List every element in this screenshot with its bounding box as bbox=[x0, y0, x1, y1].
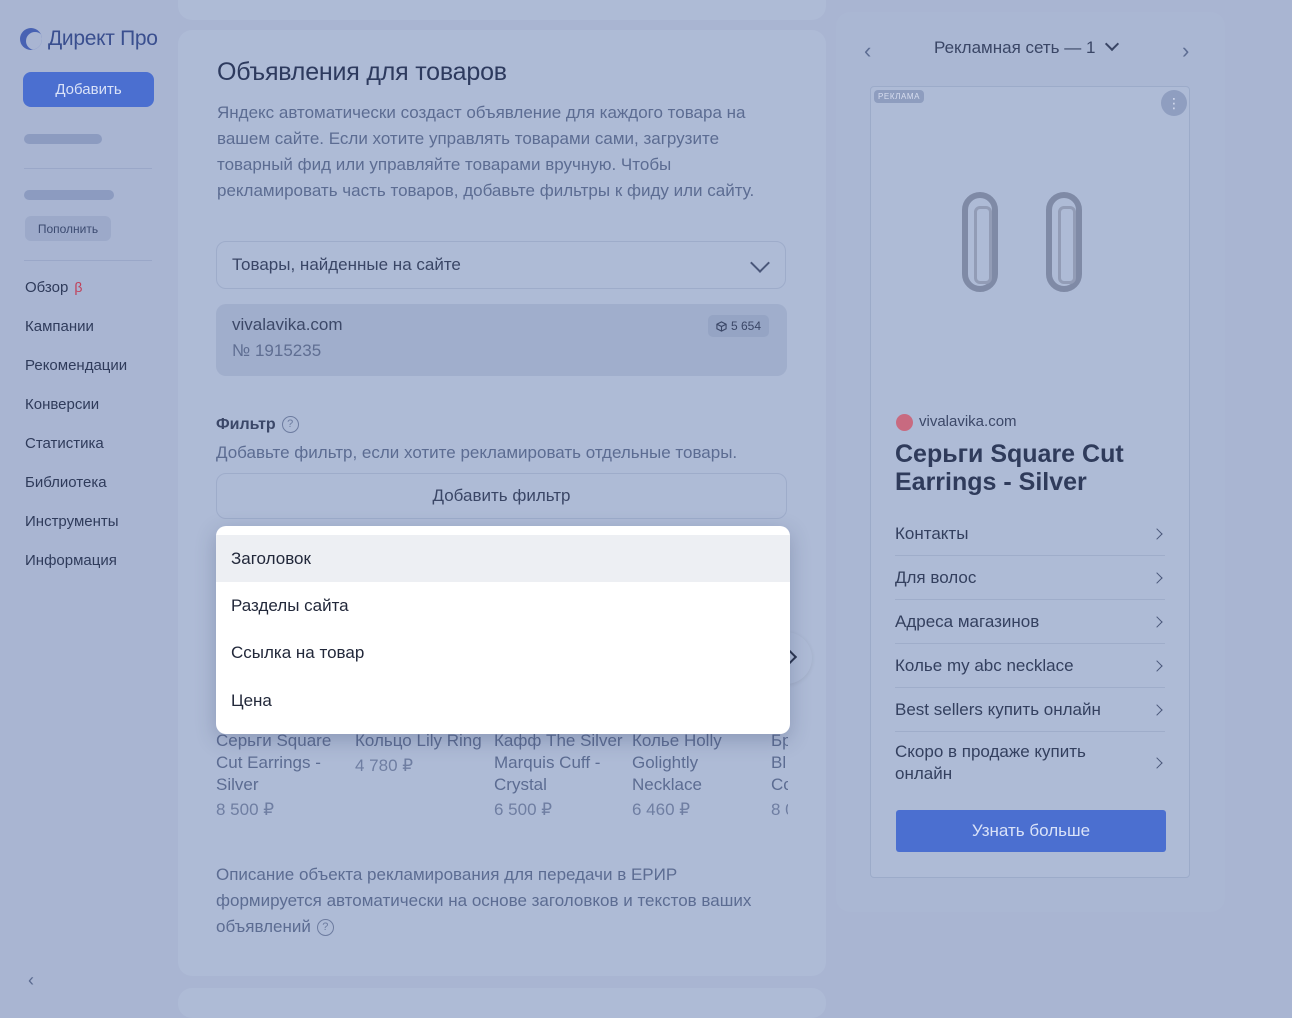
sitelink[interactable]: Адреса магазинов bbox=[895, 600, 1165, 644]
sidebar: Директ Про Добавить Пополнить Обзор β Кам… bbox=[0, 0, 170, 1001]
product-card[interactable]: Кольцо Lily Ring 4 780 ₽ bbox=[355, 730, 485, 777]
logo[interactable]: Директ Про bbox=[20, 25, 158, 53]
nav-item-statistics[interactable]: Статистика bbox=[25, 435, 104, 452]
add-filter-button[interactable]: Добавить фильтр bbox=[216, 473, 787, 519]
earring-image bbox=[1058, 206, 1076, 284]
nav-item-overview[interactable]: Обзор β bbox=[25, 279, 82, 296]
chevron-right-icon bbox=[1151, 615, 1163, 628]
product-card[interactable]: Серьги Square Cut Earrings - Silver 8 50… bbox=[216, 730, 346, 821]
description-text: Яндекс автоматически создаст объявление … bbox=[217, 103, 755, 200]
dropdown-option-sections[interactable]: Разделы сайта bbox=[216, 582, 790, 629]
chevron-down-icon bbox=[750, 253, 770, 273]
chevron-left-icon[interactable]: ‹ bbox=[864, 38, 871, 64]
products-count-badge: 5 654 bbox=[708, 315, 770, 337]
chevron-right-icon bbox=[1151, 659, 1163, 672]
account-skeleton bbox=[24, 190, 114, 200]
collapse-sidebar-icon[interactable]: ‹ bbox=[28, 970, 34, 991]
sitelink[interactable]: Контакты bbox=[895, 512, 1165, 556]
ad-label: РЕКЛАМА bbox=[874, 90, 925, 103]
product-price: 8 0 bbox=[771, 800, 788, 819]
chevron-right-icon bbox=[1151, 571, 1163, 584]
help-icon[interactable]: ? bbox=[281, 416, 299, 434]
site-favicon-icon bbox=[896, 414, 913, 431]
sitelink[interactable]: Скоро в продаже купить онлайн bbox=[895, 732, 1165, 794]
page-title: Объявления для товаров bbox=[217, 58, 507, 86]
product-price: 4 780 ₽ bbox=[355, 756, 414, 775]
next-card bbox=[178, 988, 826, 1018]
source-select-value: Товары, найденные на сайте bbox=[232, 255, 461, 274]
chevron-right-icon[interactable]: › bbox=[1182, 38, 1189, 64]
nav-item-label: Обзор bbox=[25, 279, 69, 296]
site-number: № 1915235 bbox=[232, 341, 322, 360]
nav-item-conversions[interactable]: Конверсии bbox=[25, 396, 99, 413]
chevron-right-icon bbox=[1151, 757, 1163, 769]
sitelink-label: Адреса магазинов bbox=[895, 611, 1040, 631]
product-card[interactable]: Бр Bl Cc 8 0 bbox=[771, 730, 788, 821]
topup-button[interactable]: Пополнить bbox=[25, 216, 111, 241]
products-carousel: Серьги Square Cut Earrings - Silver 8 50… bbox=[216, 730, 788, 825]
dropdown-option-title[interactable]: Заголовок bbox=[216, 535, 790, 582]
nav-item-tools[interactable]: Инструменты bbox=[25, 513, 119, 530]
balance-skeleton bbox=[24, 134, 102, 144]
source-select[interactable]: Товары, найденные на сайте bbox=[216, 241, 786, 289]
erir-note-text: Описание объекта рекламирования для пере… bbox=[216, 865, 752, 936]
product-name: Серьги Square Cut Earrings - Silver bbox=[216, 731, 332, 794]
sitelink[interactable]: Best sellers купить онлайн bbox=[895, 688, 1165, 732]
erir-note: Описание объекта рекламирования для пере… bbox=[216, 862, 786, 940]
dropdown-option-price[interactable]: Цена bbox=[216, 677, 790, 724]
site-domain: vivalavika.com bbox=[232, 315, 343, 334]
add-button[interactable]: Добавить bbox=[23, 72, 154, 107]
learn-more-button[interactable]: Узнать больше bbox=[896, 810, 1166, 852]
product-name: Кафф The Silver Marquis Cuff - Crystal bbox=[494, 731, 623, 794]
more-icon[interactable]: ⋮ bbox=[1161, 90, 1187, 116]
filter-title: Фильтр? bbox=[216, 416, 299, 434]
divider bbox=[24, 260, 152, 261]
product-name: Бр Bl Cc bbox=[771, 731, 788, 794]
logo-icon bbox=[20, 28, 42, 50]
help-icon[interactable]: ? bbox=[316, 919, 334, 937]
sitelink-label: Скоро в продаже купить онлайн bbox=[895, 742, 1086, 783]
filter-hint: Добавьте фильтр, если хотите рекламирова… bbox=[216, 443, 738, 462]
chevron-down-icon bbox=[1105, 36, 1120, 52]
sitelink-label: Для волос bbox=[895, 567, 977, 587]
sitelink-label: Колье my abc necklace bbox=[895, 655, 1074, 675]
sitelink-label: Best sellers купить онлайн bbox=[895, 699, 1101, 719]
beta-badge: β bbox=[74, 279, 83, 295]
product-card[interactable]: Кафф The Silver Marquis Cuff - Crystal 6… bbox=[494, 730, 624, 821]
previous-card bbox=[178, 0, 826, 20]
product-name: Колье Holly Golightly Necklace bbox=[632, 731, 722, 794]
product-price: 6 500 ₽ bbox=[494, 800, 553, 819]
divider bbox=[24, 168, 152, 169]
ad-domain[interactable]: vivalavika.com bbox=[919, 413, 1017, 430]
preview-format-select[interactable]: Рекламная сеть — 1 bbox=[934, 36, 1120, 58]
sitelink-label: Контакты bbox=[895, 523, 969, 543]
products-count: 5 654 bbox=[731, 319, 762, 333]
preview-format-label: Рекламная сеть — 1 bbox=[934, 38, 1096, 57]
ad-headline[interactable]: Серьги Square Cut Earrings - Silver bbox=[895, 440, 1175, 496]
filter-title-text: Фильтр bbox=[216, 416, 276, 433]
product-price: 6 460 ₽ bbox=[632, 800, 691, 819]
earring-image bbox=[974, 206, 992, 284]
dropdown-option-link[interactable]: Ссылка на товар bbox=[216, 629, 790, 676]
logo-text: Директ Про bbox=[48, 27, 158, 50]
nav-item-library[interactable]: Библиотека bbox=[25, 474, 107, 491]
nav-item-info[interactable]: Информация bbox=[25, 552, 117, 569]
filter-field-dropdown: Заголовок Разделы сайта Ссылка на товар … bbox=[216, 526, 790, 734]
box-icon bbox=[716, 320, 727, 332]
chevron-right-icon bbox=[1151, 703, 1163, 716]
nav-item-recommendations[interactable]: Рекомендации bbox=[25, 357, 127, 374]
sitelink[interactable]: Колье my abc necklace bbox=[895, 644, 1165, 688]
chevron-right-icon bbox=[1151, 527, 1163, 540]
sitelink[interactable]: Для волос bbox=[895, 556, 1165, 600]
nav-item-campaigns[interactable]: Кампании bbox=[25, 318, 94, 335]
product-price: 8 500 ₽ bbox=[216, 800, 275, 819]
product-card[interactable]: Колье Holly Golightly Necklace 6 460 ₽ bbox=[632, 730, 762, 821]
